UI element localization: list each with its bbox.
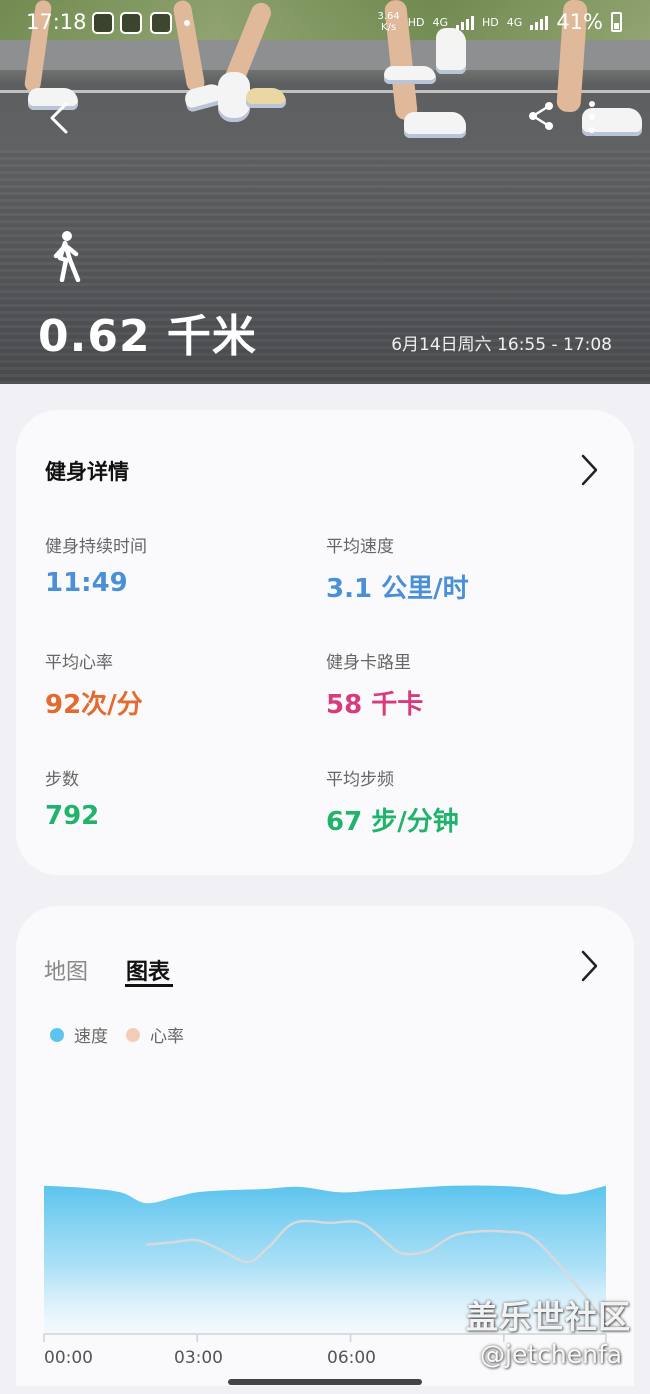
stat-avg-heart-rate: 平均心率 92次/分: [45, 648, 143, 721]
watermark-community: 盖乐世社区: [466, 1298, 632, 1336]
hero-banner: 17:18 3.64 K/s HD 4G HD 4G 41% 0.62 千米 6…: [0, 0, 650, 384]
status-right: 3.64 K/s HD 4G HD 4G 41%: [377, 10, 622, 34]
runner-shoe: [384, 66, 436, 84]
stat-avg-cadence: 平均步频 67 步/分钟: [326, 765, 459, 838]
network-type: 4G: [432, 15, 449, 29]
active-tab-indicator: [125, 984, 173, 987]
stat-value: 92次/分: [45, 690, 143, 720]
legend-label: 心率: [150, 1027, 184, 1047]
workout-distance: 0.62 千米: [38, 311, 257, 362]
notification-icon: [120, 12, 142, 34]
stat-calories: 健身卡路里 58 千卡: [326, 648, 423, 721]
stat-label: 平均步频: [326, 770, 394, 790]
stat-steps: 步数 792: [45, 765, 99, 831]
card-title: 健身详情: [45, 460, 129, 484]
more-notifications-dot: [184, 20, 190, 26]
hd-badge: HD: [482, 15, 499, 29]
chevron-right-icon[interactable]: [578, 452, 600, 488]
share-icon[interactable]: [526, 100, 556, 132]
signal-icon: [456, 14, 475, 30]
stat-label: 健身持续时间: [45, 537, 147, 557]
net-speed-value: 3.64: [377, 11, 400, 22]
legend-item-speed[interactable]: 速度: [50, 1022, 108, 1047]
tab-chart[interactable]: 图表: [126, 954, 170, 986]
x-tick-label: 03:00: [174, 1348, 223, 1368]
stat-value: 58 千卡: [326, 690, 424, 720]
workout-datetime: 6月14日周六 16:55 - 17:08: [391, 335, 612, 355]
back-arrow-icon[interactable]: [44, 100, 76, 136]
legend-dot: [126, 1027, 140, 1042]
legend-label: 速度: [74, 1027, 108, 1047]
stat-value: 67 步/分钟: [326, 807, 459, 837]
status-time: 17:18: [26, 10, 87, 34]
runner-shoe: [246, 88, 286, 108]
stat-value: 792: [45, 801, 100, 831]
stat-value: 11:49: [45, 568, 128, 598]
stat-label: 平均速度: [326, 537, 394, 557]
stat-avg-speed: 平均速度 3.1 公里/时: [326, 532, 469, 605]
stat-label: 步数: [45, 770, 79, 790]
workout-details-card: 健身详情 健身持续时间 11:49 平均速度 3.1 公里/时 平均心率 92次…: [16, 410, 634, 875]
watermark-handle: @jetchenfa: [480, 1340, 623, 1369]
net-speed-unit: K/s: [381, 22, 397, 33]
stat-value: 3.1 公里/时: [326, 574, 469, 604]
signal-icon: [530, 14, 549, 30]
x-tick-label: 00:00: [44, 1348, 93, 1368]
legend-dot: [50, 1027, 64, 1042]
x-tick-label: 06:00: [327, 1348, 376, 1368]
more-options-icon[interactable]: [584, 98, 600, 136]
home-indicator[interactable]: [228, 1379, 422, 1385]
stat-label: 平均心率: [45, 653, 113, 673]
call-notification-icon: [150, 12, 172, 34]
legend-item-heart-rate[interactable]: 心率: [126, 1022, 184, 1047]
notification-icon: [92, 12, 114, 34]
walking-icon: [53, 231, 81, 282]
tab-map[interactable]: 地图: [44, 954, 88, 986]
stat-label: 健身卡路里: [326, 653, 411, 673]
battery-icon: [611, 12, 622, 32]
runner-shoe: [404, 112, 466, 138]
chevron-right-icon[interactable]: [578, 948, 600, 984]
hero-photo-road-line: [0, 90, 650, 93]
status-bar: 17:18 3.64 K/s HD 4G HD 4G 41%: [0, 0, 650, 46]
battery-percent: 41%: [556, 10, 603, 34]
stat-duration: 健身持续时间 11:49: [45, 532, 147, 598]
hd-badge: HD: [407, 15, 425, 29]
net-speed: 3.64 K/s: [377, 11, 399, 33]
network-type: 4G: [506, 15, 523, 29]
